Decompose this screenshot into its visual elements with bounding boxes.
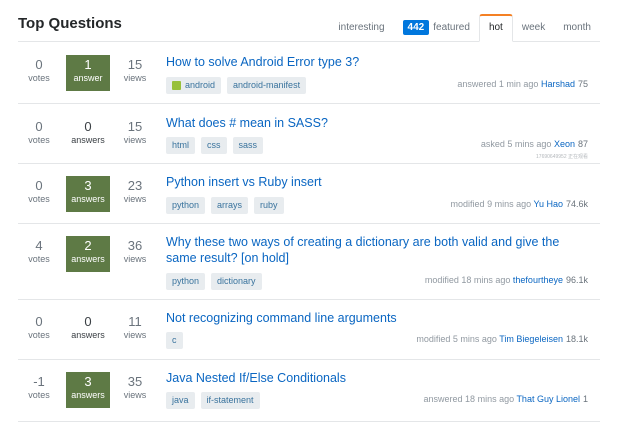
vote-count: 0 votes	[28, 57, 50, 83]
question-activity: answered 18 mins ago That Guy Lionel 1	[424, 394, 588, 404]
question-title-link[interactable]: Java Nested If/Else Conditionals	[166, 370, 586, 386]
tab-featured[interactable]: 442 featured	[394, 14, 479, 42]
question-tags: android android-manifest	[166, 77, 307, 94]
android-icon	[172, 81, 181, 90]
title-line: Why these two ways of creating a diction…	[166, 235, 560, 249]
question-tags: html css sass	[166, 137, 264, 154]
user-reputation: 87	[577, 139, 588, 149]
tab-hot[interactable]: hot	[478, 14, 513, 42]
question-activity: modified 18 mins ago thefourtheye 96.1k	[425, 275, 588, 285]
question-row: 0 votes 0 answers 15 views What does # mean…	[18, 104, 600, 164]
question-row: 0 votes 3 answers 23 views Python insert vs…	[18, 164, 600, 224]
vote-count: 0 votes	[28, 314, 50, 340]
tag-css[interactable]: css	[201, 137, 227, 154]
tab-month[interactable]: month	[554, 14, 600, 42]
question-title-link[interactable]: Why these two ways of creating a diction…	[166, 234, 586, 266]
user-link[interactable]: thefourtheye	[513, 275, 563, 285]
vote-count: 4 votes	[28, 238, 50, 264]
view-count: 15 views	[123, 57, 147, 83]
tab-label: week	[521, 22, 546, 33]
watermark-note: 17690649952 正在观看	[536, 154, 588, 160]
view-count: 35 views	[123, 374, 147, 400]
question-row: 4 votes 2 answers 36 views Why these two wa…	[18, 224, 600, 300]
tag-if-statement[interactable]: if-statement	[200, 392, 260, 409]
user-link[interactable]: That Guy Lionel	[516, 394, 580, 404]
view-count: 15 views	[123, 119, 147, 145]
user-reputation: 75	[577, 79, 588, 89]
tag-java[interactable]: java	[166, 392, 195, 409]
tab-week[interactable]: week	[513, 14, 554, 42]
user-link[interactable]: Tim Biegeleisen	[499, 334, 563, 344]
question-title-link[interactable]: Python insert vs Ruby insert	[166, 174, 586, 190]
sort-tabs: interesting 442 featured hot week month	[329, 14, 600, 42]
question-row: 0 votes 0 answers 11 views Not recognizing …	[18, 300, 600, 360]
activity-text: modified 18 mins ago	[424, 275, 511, 285]
tag-arrays[interactable]: arrays	[211, 197, 249, 214]
question-title-link[interactable]: How to solve Android Error type 3?	[166, 54, 586, 70]
answer-count: 2 answers	[66, 236, 110, 272]
tag-python[interactable]: python	[166, 197, 206, 214]
activity-text: modified 5 mins ago	[416, 334, 497, 344]
view-count: 23 views	[123, 178, 147, 204]
question-tags: c	[166, 332, 183, 349]
tab-label: month	[563, 22, 591, 33]
tag-android-manifest[interactable]: android-manifest	[227, 77, 307, 94]
question-tags: python dictionary	[166, 273, 262, 290]
activity-text: answered 18 mins ago	[423, 394, 515, 404]
user-link[interactable]: Yu Hao	[533, 199, 563, 209]
question-activity: modified 5 mins ago Tim Biegeleisen 18.1k	[416, 334, 588, 344]
vote-count: 0 votes	[28, 178, 50, 204]
tag-python[interactable]: python	[166, 273, 206, 290]
vote-count: -1 votes	[28, 374, 50, 400]
tab-interesting[interactable]: interesting	[329, 14, 393, 42]
tag-android[interactable]: android	[166, 77, 222, 94]
vote-count: 0 votes	[28, 119, 50, 145]
top-questions-page: Top Questions interesting 442 featured ho…	[0, 0, 641, 432]
view-count: 11 views	[123, 314, 147, 340]
user-reputation: 74.6k	[565, 199, 588, 209]
title-line: same result? [on hold]	[166, 251, 289, 265]
question-title-link[interactable]: Not recognizing command line arguments	[166, 310, 586, 326]
question-row: 0 votes 1 answer 15 views How to solve Andr…	[18, 42, 600, 104]
tag-html[interactable]: html	[166, 137, 196, 154]
question-activity: modified 9 mins ago Yu Hao 74.6k	[451, 199, 588, 209]
user-link[interactable]: Xeon	[554, 139, 575, 149]
question-tags: python arrays ruby	[166, 197, 284, 214]
user-reputation: 96.1k	[565, 275, 588, 285]
question-activity: answered 1 min ago Harshad 75	[457, 79, 588, 89]
tab-label: interesting	[338, 22, 385, 33]
question-activity: asked 5 mins ago Xeon 87	[481, 139, 588, 149]
answer-count: 3 answers	[66, 372, 110, 408]
tab-label: featured	[433, 22, 470, 33]
tag-ruby[interactable]: ruby	[254, 197, 284, 214]
questions-header: Top Questions interesting 442 featured ho…	[18, 8, 600, 42]
activity-text: asked 5 mins ago	[480, 139, 552, 149]
answer-count: 0 answers	[71, 314, 105, 340]
tab-label: hot	[488, 22, 503, 33]
activity-text: answered 1 min ago	[457, 79, 539, 89]
activity-text: modified 9 mins ago	[450, 199, 532, 209]
answer-count: 0 answers	[71, 119, 105, 145]
answer-count: 1 answer	[66, 55, 110, 91]
user-reputation: 1	[582, 394, 588, 404]
question-row: -1 votes 3 answers 35 views Java Nested If/…	[18, 360, 600, 422]
bounty-count-badge: 442	[402, 20, 430, 35]
question-tags: java if-statement	[166, 392, 260, 409]
user-link[interactable]: Harshad	[541, 79, 575, 89]
tag-c[interactable]: c	[166, 332, 183, 349]
view-count: 36 views	[123, 238, 147, 264]
answer-count: 3 answers	[66, 176, 110, 212]
page-title: Top Questions	[18, 15, 122, 32]
user-reputation: 18.1k	[565, 334, 588, 344]
tag-dictionary[interactable]: dictionary	[211, 273, 262, 290]
tag-sass[interactable]: sass	[232, 137, 264, 154]
question-title-link[interactable]: What does # mean in SASS?	[166, 115, 586, 131]
